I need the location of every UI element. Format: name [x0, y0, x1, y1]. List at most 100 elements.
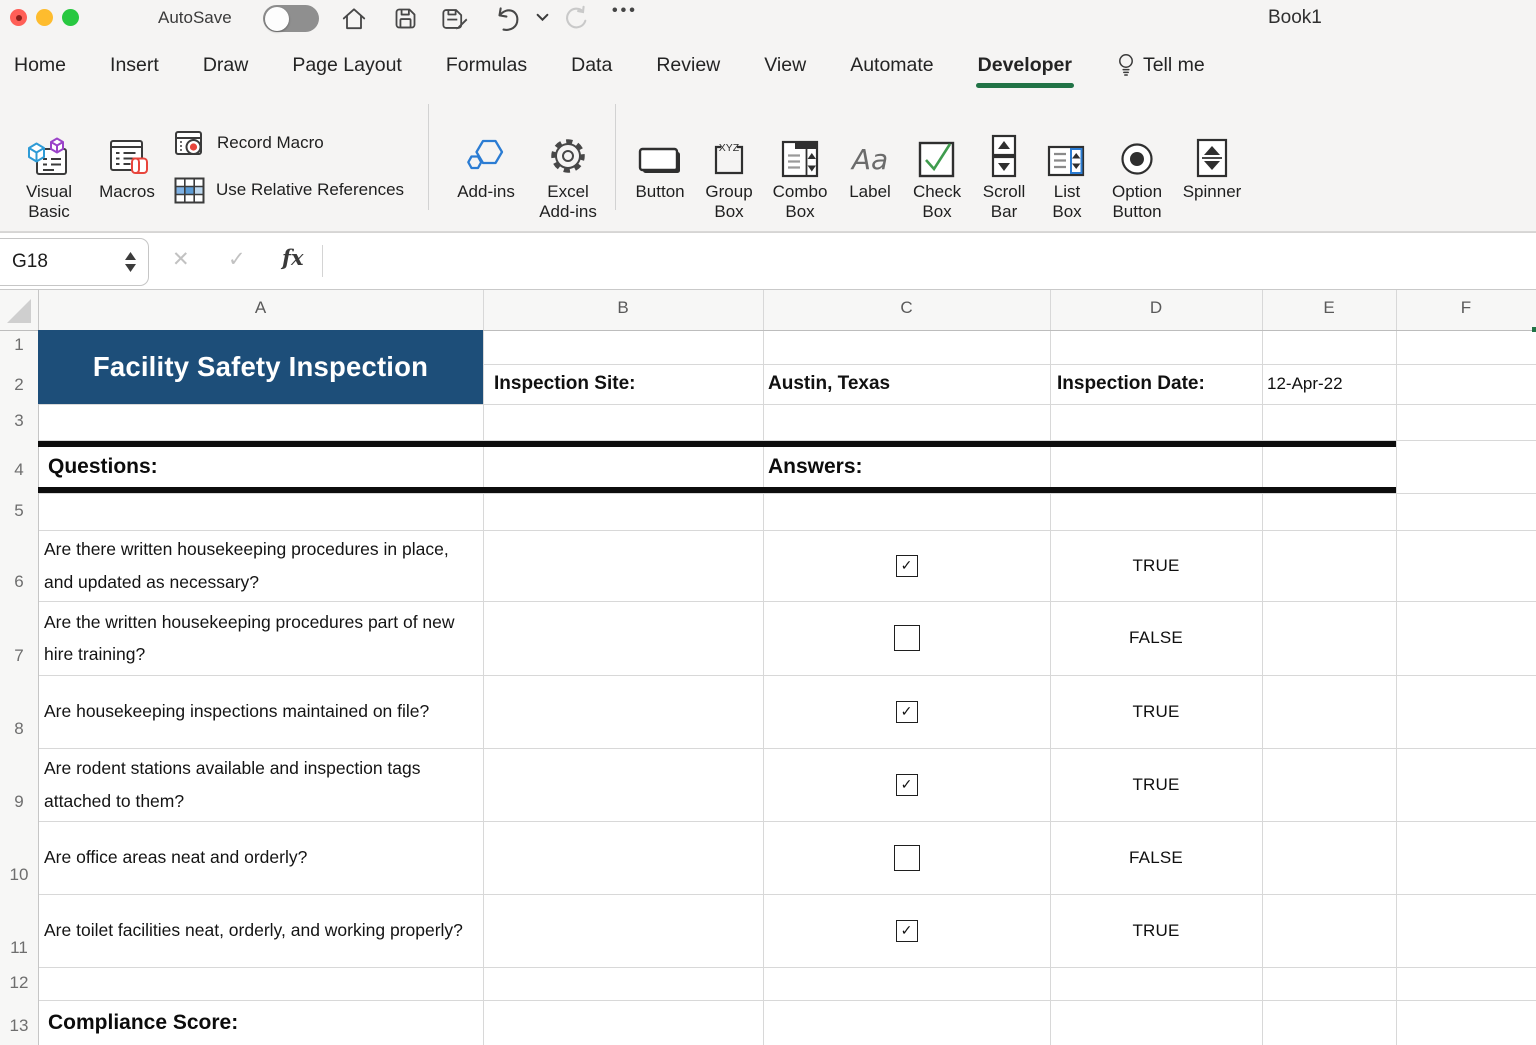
- qa-row-9: Are rodent stations available and inspec…: [0, 748, 1536, 821]
- answer-cell[interactable]: FALSE: [1050, 821, 1262, 894]
- save-icon[interactable]: [392, 5, 419, 32]
- cell-a13-compliance-header[interactable]: Compliance Score:: [48, 1000, 238, 1045]
- label-control[interactable]: Aa Label: [842, 100, 898, 202]
- addins-button[interactable]: Add-ins: [455, 100, 517, 202]
- confirm-entry-icon: ✓: [228, 247, 246, 272]
- gridline: [483, 290, 484, 330]
- column-header-e[interactable]: E: [1262, 298, 1396, 318]
- undo-icon[interactable]: [492, 5, 522, 35]
- row-header-5[interactable]: 5: [0, 501, 38, 525]
- undo-dropdown-chevron-icon[interactable]: [536, 13, 549, 22]
- row-header-1[interactable]: 1: [0, 335, 38, 359]
- form-checkbox[interactable]: [896, 555, 918, 577]
- form-checkbox[interactable]: [894, 625, 920, 651]
- cell-a4-questions-header[interactable]: Questions:: [48, 447, 158, 487]
- qa-row-8: Are housekeeping inspections maintained …: [0, 675, 1536, 748]
- qa-row-6: Are there written housekeeping procedure…: [0, 530, 1536, 601]
- name-box[interactable]: G18: [0, 238, 149, 286]
- spinner-control[interactable]: Spinner: [1180, 100, 1244, 202]
- tab-data[interactable]: Data: [571, 54, 612, 77]
- row-header-13[interactable]: 13: [0, 1016, 38, 1040]
- tab-developer[interactable]: Developer: [978, 54, 1072, 77]
- row-header-4[interactable]: 4: [0, 460, 38, 484]
- button-control-icon: [636, 100, 684, 178]
- form-checkbox[interactable]: [894, 845, 920, 871]
- question-cell[interactable]: Are office areas neat and orderly?: [44, 821, 476, 894]
- macros-button[interactable]: Macros: [96, 100, 158, 202]
- answer-cell[interactable]: FALSE: [1050, 601, 1262, 675]
- select-all-corner[interactable]: [0, 290, 39, 330]
- row-header-12[interactable]: 12: [0, 973, 38, 997]
- visual-basic-button[interactable]: Visual Basic: [16, 100, 82, 222]
- checkbox-cell: [763, 601, 1050, 675]
- question-cell[interactable]: Are housekeeping inspections maintained …: [44, 675, 476, 748]
- combo-box-label: Combo Box: [772, 182, 828, 222]
- tell-me-control[interactable]: Tell me: [1116, 52, 1205, 78]
- section-border-top: [38, 441, 1396, 447]
- form-checkbox[interactable]: [896, 774, 918, 796]
- cell-d2-date-label[interactable]: Inspection Date:: [1057, 364, 1257, 404]
- gridline: [0, 404, 1536, 405]
- tab-home[interactable]: Home: [14, 54, 66, 77]
- button-control-label: Button: [635, 182, 684, 202]
- visual-basic-label: Visual Basic: [22, 182, 76, 222]
- answer-cell[interactable]: TRUE: [1050, 894, 1262, 967]
- tab-automate[interactable]: Automate: [850, 54, 933, 77]
- question-cell[interactable]: Are the written housekeeping procedures …: [44, 601, 476, 675]
- name-box-stepper[interactable]: [125, 252, 136, 272]
- close-window-button[interactable]: [10, 9, 27, 26]
- row-header-2[interactable]: 2: [0, 375, 38, 399]
- tab-developer-label: Developer: [978, 54, 1072, 76]
- form-checkbox[interactable]: [896, 701, 918, 723]
- answer-cell[interactable]: TRUE: [1050, 748, 1262, 821]
- autosave-toggle[interactable]: [263, 5, 319, 32]
- question-cell[interactable]: Are rodent stations available and inspec…: [44, 748, 476, 821]
- section-border-bottom: [38, 487, 1396, 493]
- column-header-c[interactable]: C: [763, 298, 1050, 318]
- zoom-window-button[interactable]: [62, 9, 79, 26]
- answer-cell[interactable]: TRUE: [1050, 675, 1262, 748]
- cell-c2-site-value[interactable]: Austin, Texas: [768, 364, 1043, 404]
- check-box-control[interactable]: Check Box: [908, 100, 966, 222]
- combo-box-control[interactable]: Combo Box: [770, 100, 830, 222]
- column-header-a[interactable]: A: [38, 298, 483, 318]
- form-checkbox[interactable]: [896, 920, 918, 942]
- list-box-control[interactable]: List Box: [1042, 100, 1092, 222]
- home-icon[interactable]: [340, 5, 368, 33]
- excel-addins-button[interactable]: Excel Add-ins: [535, 100, 601, 222]
- scroll-bar-control[interactable]: Scroll Bar: [978, 100, 1030, 222]
- answer-cell[interactable]: TRUE: [1050, 530, 1262, 601]
- cell-e2-date-value[interactable]: 12-Apr-22: [1267, 364, 1393, 404]
- record-macro-button[interactable]: Record Macro: [174, 124, 404, 162]
- option-button-control[interactable]: Option Button: [1106, 100, 1168, 222]
- tab-draw[interactable]: Draw: [203, 54, 249, 77]
- cell-b2-site-label[interactable]: Inspection Site:: [494, 364, 754, 404]
- minimize-window-button[interactable]: [36, 9, 53, 26]
- insert-function-icon[interactable]: fx: [282, 245, 304, 270]
- column-header-f[interactable]: F: [1396, 298, 1536, 318]
- use-relative-references-button[interactable]: Use Relative References: [174, 171, 404, 209]
- answers-header-text: Answers:: [768, 455, 863, 479]
- tab-review[interactable]: Review: [656, 54, 720, 77]
- excel-addins-gear-icon: [546, 100, 590, 178]
- gridline: [0, 493, 1536, 494]
- column-header-d[interactable]: D: [1050, 298, 1262, 318]
- formula-input[interactable]: [332, 233, 1536, 289]
- sheet-title-banner[interactable]: Facility Safety Inspection: [38, 330, 483, 404]
- group-box-control[interactable]: XYZ Group Box: [700, 100, 758, 222]
- row-header-3[interactable]: 3: [0, 411, 38, 435]
- save-a-copy-icon[interactable]: [440, 5, 469, 33]
- cell-c4-answers-header[interactable]: Answers:: [768, 447, 863, 487]
- column-header-b[interactable]: B: [483, 298, 763, 318]
- stepper-down-icon: [125, 264, 136, 272]
- spreadsheet-grid[interactable]: 1 2 3 4 5 6 7 8 9 10 11 12 13 A B C D E …: [0, 290, 1536, 1045]
- tab-formulas[interactable]: Formulas: [446, 54, 527, 77]
- form-button-control[interactable]: Button: [630, 100, 690, 202]
- tab-page-layout[interactable]: Page Layout: [292, 54, 402, 77]
- tab-view[interactable]: View: [764, 54, 806, 77]
- list-box-label: List Box: [1045, 182, 1089, 222]
- tab-insert[interactable]: Insert: [110, 54, 159, 77]
- more-toolbar-options-icon[interactable]: •••: [612, 2, 638, 20]
- question-cell[interactable]: Are toilet facilities neat, orderly, and…: [44, 894, 476, 967]
- question-cell[interactable]: Are there written housekeeping procedure…: [44, 530, 476, 601]
